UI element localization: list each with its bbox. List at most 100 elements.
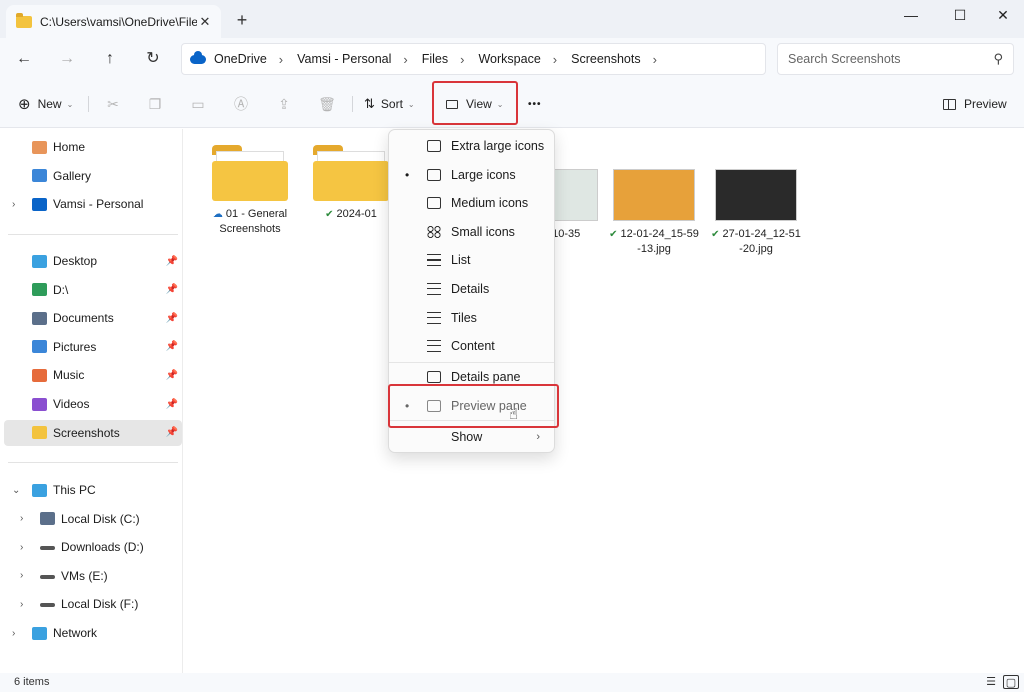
menu-item-preview-pane[interactable]: • Preview pane xyxy=(389,393,554,419)
maximize-button[interactable]: ☐ xyxy=(937,4,983,26)
sidebar-item-pictures[interactable]: Pictures 📌 xyxy=(4,334,182,360)
pin-icon[interactable]: 📌 xyxy=(166,313,178,324)
sidebar-item-gallery[interactable]: Gallery xyxy=(4,163,182,189)
file-name: ☁ 01 - General Screenshots xyxy=(204,207,296,236)
sidebar-item-desktop[interactable]: Desktop 📌 xyxy=(4,248,182,274)
chevron-right-icon[interactable]: › xyxy=(12,628,15,639)
sync-ok-icon: ✔ xyxy=(711,229,720,240)
cursor-icon: ☝ xyxy=(509,406,519,423)
rename-icon[interactable]: Ⓐ xyxy=(230,94,252,114)
new-button[interactable]: ⊕ New ⌄ xyxy=(18,94,73,114)
sidebar-item-home[interactable]: Home xyxy=(4,134,182,160)
chevron-right-icon[interactable]: › xyxy=(460,52,464,67)
chevron-right-icon[interactable]: › xyxy=(20,513,23,524)
back-button[interactable]: ← xyxy=(12,47,36,71)
search-input[interactable]: Search Screenshots ⚲ xyxy=(777,43,1014,75)
forward-button[interactable]: → xyxy=(55,47,79,71)
navigation-pane: Home Gallery › Vamsi - Personal Desktop 📌 D:\ 📌… xyxy=(0,129,183,673)
pin-icon[interactable]: 📌 xyxy=(166,256,178,267)
chevron-right-icon[interactable]: › xyxy=(20,599,23,610)
chevron-right-icon[interactable]: › xyxy=(20,570,23,581)
file-item[interactable]: ✔ 27-01-24_12-51 -20.jpg xyxy=(710,169,802,256)
menu-item-tiles[interactable]: Tiles xyxy=(389,305,554,331)
sort-button[interactable]: ⇅ Sort ⌄ xyxy=(364,94,415,114)
details-view-icon[interactable]: ☰ xyxy=(983,675,999,689)
breadcrumb-workspace[interactable]: Workspace xyxy=(478,52,540,66)
menu-item-show[interactable]: Show › xyxy=(389,424,554,450)
separator xyxy=(8,462,178,463)
delete-icon[interactable]: 🗑 xyxy=(316,94,338,114)
menu-item-details-pane[interactable]: Details pane xyxy=(389,364,554,390)
network-icon xyxy=(32,626,47,640)
chevron-right-icon[interactable]: › xyxy=(20,542,23,553)
pin-icon[interactable]: 📌 xyxy=(166,341,178,352)
sidebar-item-this-pc[interactable]: ⌄ This PC xyxy=(4,477,182,503)
view-button[interactable]: View ⌄ xyxy=(446,94,504,114)
menu-item-large-icons[interactable]: • Large icons xyxy=(389,162,554,188)
pc-icon xyxy=(32,483,47,497)
tab-close-button[interactable]: ✕ xyxy=(197,14,213,30)
sidebar-item-d[interactable]: D:\ 📌 xyxy=(4,277,182,303)
paste-icon[interactable]: ▭ xyxy=(187,94,209,114)
chevron-right-icon[interactable]: › xyxy=(553,52,557,67)
sidebar-item-music[interactable]: Music 📌 xyxy=(4,362,182,388)
pin-icon[interactable]: 📌 xyxy=(166,399,178,410)
sidebar-item-documents[interactable]: Documents 📌 xyxy=(4,305,182,331)
menu-item-medium-icons[interactable]: Medium icons xyxy=(389,190,554,216)
search-placeholder: Search Screenshots xyxy=(788,52,901,66)
tab-current[interactable]: C:\Users\vamsi\OneDrive\Files ✕ xyxy=(6,5,221,38)
onedrive-icon xyxy=(190,50,206,64)
sidebar-item-vamsi-personal[interactable]: › Vamsi - Personal xyxy=(4,191,182,217)
address-bar[interactable]: OneDrive › Vamsi - Personal › Files › Wo… xyxy=(181,43,766,75)
preview-button[interactable]: Preview xyxy=(943,94,1007,114)
new-tab-button[interactable]: + xyxy=(232,10,252,30)
menu-item-list[interactable]: List xyxy=(389,247,554,273)
chevron-right-icon[interactable]: › xyxy=(403,52,407,67)
breadcrumb-files[interactable]: Files xyxy=(422,52,448,66)
menu-item-label: Details pane xyxy=(451,370,521,384)
breadcrumb-onedrive[interactable]: OneDrive xyxy=(214,52,267,66)
close-window-button[interactable]: ✕ xyxy=(980,4,1024,26)
menu-item-content[interactable]: Content xyxy=(389,333,554,359)
up-button[interactable]: ↑ xyxy=(98,47,122,71)
chevron-down-icon[interactable]: ⌄ xyxy=(12,485,20,496)
sync-ok-icon: ✔ xyxy=(609,229,618,240)
sidebar-item-network[interactable]: › Network xyxy=(4,620,182,646)
copy-icon[interactable]: ❐ xyxy=(144,94,166,114)
more-options-button[interactable]: ••• xyxy=(528,94,542,114)
view-label: View xyxy=(466,97,492,111)
cut-icon[interactable]: ✂ xyxy=(102,94,124,114)
menu-item-details[interactable]: Details xyxy=(389,276,554,302)
pin-icon[interactable]: 📌 xyxy=(166,370,178,381)
large-icons-view-icon[interactable]: ▢ xyxy=(1003,675,1019,689)
folder-item[interactable]: ✔ 2024-01 xyxy=(305,145,397,222)
chevron-right-icon[interactable]: › xyxy=(279,52,283,67)
preview-label: Preview xyxy=(964,97,1007,111)
disk-icon xyxy=(40,546,55,551)
pin-icon[interactable]: 📌 xyxy=(166,427,178,438)
breadcrumb-vamsi-personal[interactable]: Vamsi - Personal xyxy=(297,52,391,66)
file-name-line: 01 - General xyxy=(225,208,288,220)
share-icon[interactable]: ⇪ xyxy=(273,94,295,114)
sidebar-item-downloads-d[interactable]: › Downloads (D:) xyxy=(4,534,182,560)
minimize-button[interactable]: — xyxy=(888,4,934,26)
chevron-down-icon: ⌄ xyxy=(407,99,415,109)
sidebar-item-local-disk-c[interactable]: › Local Disk (C:) xyxy=(4,506,182,532)
menu-item-small-icons[interactable]: Small icons xyxy=(389,219,554,245)
chevron-right-icon[interactable]: › xyxy=(653,52,657,67)
breadcrumb-screenshots[interactable]: Screenshots xyxy=(571,52,640,66)
pin-icon[interactable]: 📌 xyxy=(166,284,178,295)
chevron-right-icon: › xyxy=(536,431,540,443)
chevron-right-icon[interactable]: › xyxy=(12,199,15,210)
sidebar-item-local-disk-f[interactable]: › Local Disk (F:) xyxy=(4,591,182,617)
refresh-button[interactable]: ↻ xyxy=(141,47,165,71)
file-item[interactable]: ✔ 12-01-24_15-59 -13.jpg xyxy=(608,169,700,256)
search-icon: ⚲ xyxy=(993,51,1003,66)
folder-item[interactable]: ☁ 01 - General Screenshots xyxy=(204,145,296,236)
chevron-down-icon: ⌄ xyxy=(66,99,74,109)
sidebar-item-vms-e[interactable]: › VMs (E:) xyxy=(4,563,182,589)
menu-item-extra-large-icons[interactable]: Extra large icons xyxy=(389,133,554,159)
image-thumbnail xyxy=(715,169,797,221)
sidebar-item-screenshots[interactable]: Screenshots 📌 xyxy=(4,419,182,446)
sidebar-item-videos[interactable]: Videos 📌 xyxy=(4,391,182,417)
